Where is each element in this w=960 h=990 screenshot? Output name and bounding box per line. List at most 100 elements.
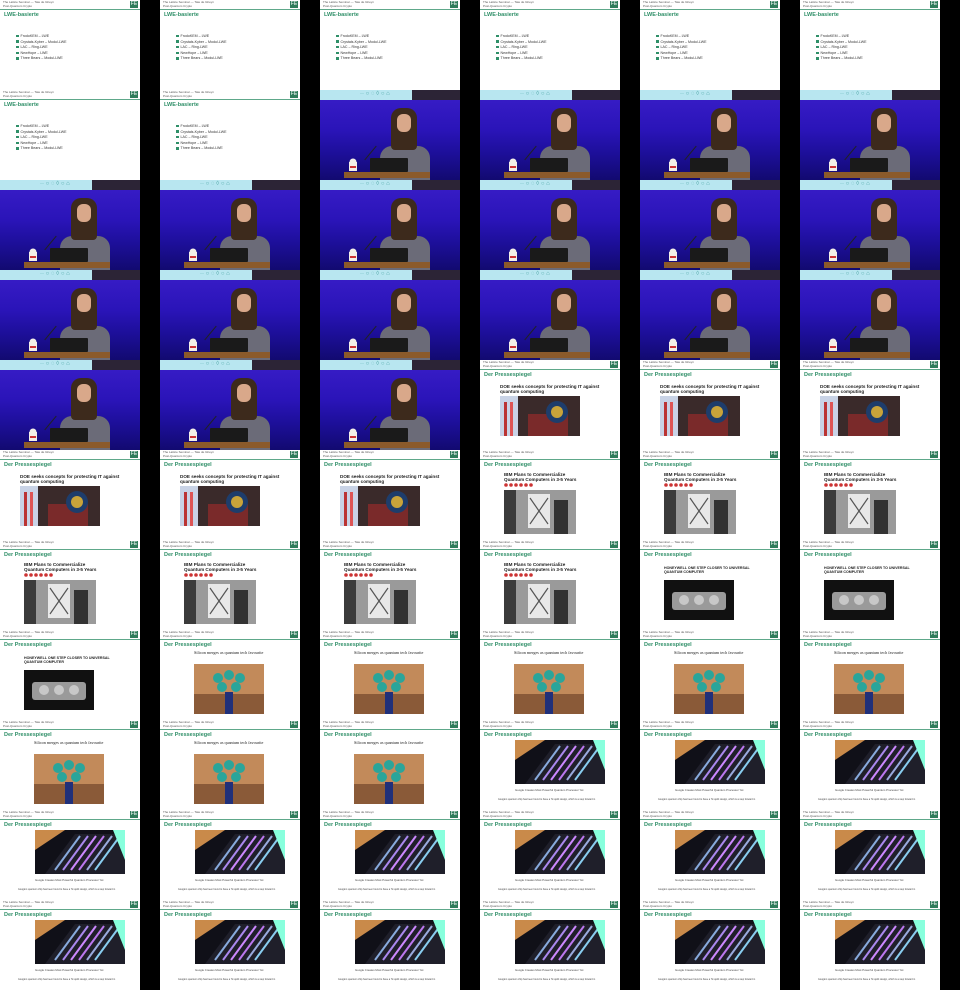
slide-header-line2: Post-Quantum Crypto: [3, 4, 33, 8]
slide-thumbnail-press-dod[interactable]: The Lattice Seminar — Tate de Gheyn Post…: [320, 450, 460, 540]
lectern: [504, 262, 590, 268]
slide-thumbnail-press-ibm[interactable]: The Lattice Seminar — Tate de Gheyn Post…: [0, 540, 140, 630]
slide-thumbnail-press-google[interactable]: The Lattice Seminar — Tate de Gheyn Post…: [800, 900, 940, 990]
video-frame-thumbnail[interactable]: ·· ○ ◌ ◊ ○ ⌂: [160, 270, 300, 360]
slide-thumbnail-press-silicon[interactable]: The Lattice Seminar — Tate de Gheyn Post…: [320, 720, 460, 810]
slide-thumbnail-press-honeywell[interactable]: The Lattice Seminar — Tate de Gheyn Post…: [800, 540, 940, 630]
video-frame-thumbnail[interactable]: ·· ○ ◌ ◊ ○ ⌂: [160, 180, 300, 270]
slide-thumbnail-press-honeywell[interactable]: The Lattice Seminar — Tate de Gheyn Post…: [0, 630, 140, 720]
article-headline: HONEYWELL ONE STEP CLOSER TO UNIVERSAL Q…: [664, 566, 750, 575]
slide-thumbnail-press-ibm[interactable]: The Lattice Seminar — Tate de Gheyn Post…: [800, 450, 940, 540]
slide-title: Der Pressespiegel: [484, 912, 532, 918]
slide-header-line2: Post-Quantum Crypto: [323, 724, 353, 728]
slide-header: The Lattice Seminar — Tate de Gheyn Post…: [480, 450, 620, 460]
laptop-icon: [850, 158, 888, 172]
slide-thumbnail-press-google[interactable]: The Lattice Seminar — Tate de Gheyn Post…: [800, 810, 940, 900]
video-frame-thumbnail[interactable]: ·· ○ ◌ ◊ ○ ⌂: [640, 180, 780, 270]
slide-thumbnail-press-dod[interactable]: The Lattice Seminar — Tate de Gheyn Post…: [0, 450, 140, 540]
lucky-cat-icon: [349, 158, 357, 171]
slide-thumbnail-lwe[interactable]: The Lattice Seminar — Tate de Gheyn Post…: [800, 0, 940, 90]
speaker-face: [717, 114, 731, 132]
laptop-icon: [210, 248, 248, 262]
slide-thumbnail-lwe[interactable]: The Lattice Seminar — Tate de Gheyn Post…: [640, 0, 780, 90]
video-frame-thumbnail[interactable]: ·· ○ ◌ ◊ ○ ⌂: [640, 90, 780, 180]
slide-thumbnail-press-ibm[interactable]: The Lattice Seminar — Tate de Gheyn Post…: [480, 540, 620, 630]
video-frame-thumbnail[interactable]: ·· ○ ◌ ◊ ○ ⌂: [320, 180, 460, 270]
slide-thumbnail-lwe[interactable]: The Lattice Seminar — Tate de Gheyn Post…: [0, 90, 140, 180]
slide-thumbnail-lwe[interactable]: The Lattice Seminar — Tate de Gheyn Post…: [320, 0, 460, 90]
overlay-icons: ·· ○ ◌ ◊ ○ ⌂: [520, 91, 550, 97]
article-photo: [34, 754, 104, 804]
video-frame-thumbnail[interactable]: ·· ○ ◌ ◊ ○ ⌂: [0, 180, 140, 270]
slide-thumbnail-press-google[interactable]: The Lattice Seminar — Tate de Gheyn Post…: [800, 720, 940, 810]
slide-thumbnail-press-silicon[interactable]: The Lattice Seminar — Tate de Gheyn Post…: [640, 630, 780, 720]
video-frame-thumbnail[interactable]: ·· ○ ◌ ◊ ○ ⌂: [320, 90, 460, 180]
slide-thumbnail-press-google[interactable]: The Lattice Seminar — Tate de Gheyn Post…: [320, 810, 460, 900]
slide-thumbnail-press-google[interactable]: The Lattice Seminar — Tate de Gheyn Post…: [640, 810, 780, 900]
speaker-face: [557, 294, 571, 312]
university-logo-icon: FE: [130, 91, 138, 98]
slide-thumbnail-press-honeywell[interactable]: The Lattice Seminar — Tate de Gheyn Post…: [640, 540, 780, 630]
slide-thumbnail-press-dod[interactable]: The Lattice Seminar — Tate de Gheyn Post…: [480, 360, 620, 450]
slide-thumbnail-press-silicon[interactable]: The Lattice Seminar — Tate de Gheyn Post…: [320, 630, 460, 720]
article-photo: [664, 490, 736, 534]
slide-thumbnail-press-google[interactable]: The Lattice Seminar — Tate de Gheyn Post…: [640, 900, 780, 990]
slide-thumbnail-press-google[interactable]: The Lattice Seminar — Tate de Gheyn Post…: [160, 900, 300, 990]
slide-title: Der Pressespiegel: [164, 552, 212, 558]
slide-thumbnail-press-silicon[interactable]: The Lattice Seminar — Tate de Gheyn Post…: [160, 630, 300, 720]
video-frame-thumbnail[interactable]: ·· ○ ◌ ◊ ○ ⌂: [800, 90, 940, 180]
slide-thumbnail-press-silicon[interactable]: The Lattice Seminar — Tate de Gheyn Post…: [800, 630, 940, 720]
slide-thumbnail-press-dod[interactable]: The Lattice Seminar — Tate de Gheyn Post…: [160, 450, 300, 540]
video-frame-thumbnail[interactable]: ·· ○ ◌ ◊ ○ ⌂: [160, 360, 300, 450]
university-logo-icon: FE: [770, 631, 778, 638]
article-excerpt: Google's quantum chip has been found to …: [818, 888, 916, 891]
slide-title: Der Pressespiegel: [644, 462, 692, 468]
slide-thumbnail-press-google[interactable]: The Lattice Seminar — Tate de Gheyn Post…: [160, 810, 300, 900]
article-headline: IBM Plans to Commercialize Quantum Compu…: [24, 562, 97, 573]
slide-header-line2: Post-Quantum Crypto: [643, 724, 673, 728]
slide-thumbnail-press-google[interactable]: The Lattice Seminar — Tate de Gheyn Post…: [480, 810, 620, 900]
slide-thumbnail-lwe[interactable]: The Lattice Seminar — Tate de Gheyn Post…: [480, 0, 620, 90]
video-frame-thumbnail[interactable]: ·· ○ ◌ ◊ ○ ⌂: [480, 90, 620, 180]
slide-thumbnail-press-ibm[interactable]: The Lattice Seminar — Tate de Gheyn Post…: [480, 450, 620, 540]
slide-overlay-strip: ·· ○ ◌ ◊ ○ ⌂: [640, 90, 732, 100]
slide-header-line2: Post-Quantum Crypto: [163, 904, 193, 908]
slide-thumbnail-press-silicon[interactable]: The Lattice Seminar — Tate de Gheyn Post…: [480, 630, 620, 720]
slide-header: The Lattice Seminar — Tate de Gheyn Post…: [480, 360, 620, 370]
slide-thumbnail-lwe[interactable]: The Lattice Seminar — Tate de Gheyn Post…: [160, 90, 300, 180]
slide-thumbnail-press-google[interactable]: The Lattice Seminar — Tate de Gheyn Post…: [320, 900, 460, 990]
video-frame-thumbnail[interactable]: ·· ○ ◌ ◊ ○ ⌂: [320, 360, 460, 450]
video-frame-thumbnail[interactable]: ·· ○ ◌ ◊ ○ ⌂: [480, 270, 620, 360]
slide-thumbnail-press-google[interactable]: The Lattice Seminar — Tate de Gheyn Post…: [640, 720, 780, 810]
slide-thumbnail-lwe[interactable]: The Lattice Seminar — Tate de Gheyn Post…: [160, 0, 300, 90]
article-headline: IBM Plans to Commercialize Quantum Compu…: [824, 472, 897, 483]
video-frame-thumbnail[interactable]: ·· ○ ◌ ◊ ○ ⌂: [0, 270, 140, 360]
slide-overlay-strip: ·· ○ ◌ ◊ ○ ⌂: [160, 270, 252, 280]
slide-thumbnail-press-google[interactable]: The Lattice Seminar — Tate de Gheyn Post…: [480, 900, 620, 990]
slide-thumbnail-press-google[interactable]: The Lattice Seminar — Tate de Gheyn Post…: [480, 720, 620, 810]
university-logo-icon: FE: [930, 451, 938, 458]
slide-thumbnail-press-ibm[interactable]: The Lattice Seminar — Tate de Gheyn Post…: [640, 450, 780, 540]
slide-thumbnail-press-google[interactable]: The Lattice Seminar — Tate de Gheyn Post…: [0, 810, 140, 900]
video-frame-thumbnail[interactable]: ·· ○ ◌ ◊ ○ ⌂: [480, 180, 620, 270]
slide-header-line2: Post-Quantum Crypto: [323, 454, 353, 458]
bullet-icon: [496, 51, 499, 55]
slide-thumbnail-press-ibm[interactable]: The Lattice Seminar — Tate de Gheyn Post…: [160, 540, 300, 630]
slide-header-line2: Post-Quantum Crypto: [483, 904, 513, 908]
slide-thumbnail-press-silicon[interactable]: The Lattice Seminar — Tate de Gheyn Post…: [160, 720, 300, 810]
video-frame-thumbnail[interactable]: ·· ○ ◌ ◊ ○ ⌂: [800, 180, 940, 270]
slide-thumbnail-press-dod[interactable]: The Lattice Seminar — Tate de Gheyn Post…: [640, 360, 780, 450]
slide-thumbnail-press-google[interactable]: The Lattice Seminar — Tate de Gheyn Post…: [0, 900, 140, 990]
overlay-icons: ·· ○ ◌ ◊ ○ ⌂: [520, 271, 550, 277]
slide-header-line2: Post-Quantum Crypto: [643, 544, 673, 548]
video-frame-thumbnail[interactable]: ·· ○ ◌ ◊ ○ ⌂: [800, 270, 940, 360]
video-frame-thumbnail[interactable]: ·· ○ ◌ ◊ ○ ⌂: [320, 270, 460, 360]
slide-thumbnail-lwe[interactable]: The Lattice Seminar — Tate de Gheyn Post…: [0, 0, 140, 90]
slide-overlay-strip: ·· ○ ◌ ◊ ○ ⌂: [320, 360, 412, 370]
slide-thumbnail-press-silicon[interactable]: The Lattice Seminar — Tate de Gheyn Post…: [0, 720, 140, 810]
video-frame-thumbnail[interactable]: ·· ○ ◌ ◊ ○ ⌂: [0, 360, 140, 450]
article-headline: Silicon merges as quantum tech favourite: [514, 650, 584, 655]
video-frame-thumbnail[interactable]: ·· ○ ◌ ◊ ○ ⌂: [640, 270, 780, 360]
slide-thumbnail-press-dod[interactable]: The Lattice Seminar — Tate de Gheyn Post…: [800, 360, 940, 450]
slide-thumbnail-press-ibm[interactable]: The Lattice Seminar — Tate de Gheyn Post…: [320, 540, 460, 630]
